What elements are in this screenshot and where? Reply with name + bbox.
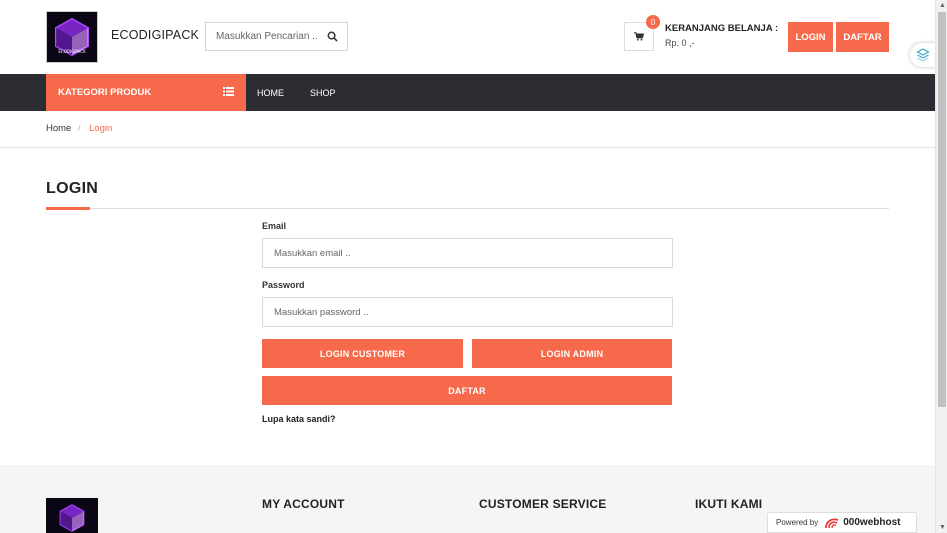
cart-title: KERANJANG BELANJA : bbox=[665, 23, 779, 34]
webhost-logo-icon bbox=[825, 518, 839, 528]
cube-logo-icon: ECODIGIPACK bbox=[55, 17, 89, 57]
nav-home[interactable]: HOME bbox=[257, 74, 284, 111]
site-header: ECODIGIPACK ECODIGIPACK 0 KERANJANG BELA… bbox=[0, 0, 935, 74]
email-label: Email bbox=[262, 221, 287, 231]
svg-text:ECODIGIPACK: ECODIGIPACK bbox=[58, 49, 86, 54]
daftar-button[interactable]: DAFTAR bbox=[262, 376, 672, 405]
breadcrumb-current: Login bbox=[89, 123, 113, 134]
breadcrumb: Home / Login bbox=[0, 111, 935, 148]
scrollbar-thumb[interactable] bbox=[938, 12, 946, 407]
powered-by-prefix: Powered by bbox=[776, 518, 819, 527]
login-button[interactable]: LOGIN bbox=[788, 22, 833, 52]
layers-icon bbox=[916, 48, 930, 62]
register-button[interactable]: DAFTAR bbox=[836, 22, 889, 52]
cart-icon bbox=[634, 32, 644, 41]
nav-shop[interactable]: SHOP bbox=[310, 74, 336, 111]
brand-name[interactable]: ECODIGIPACK bbox=[111, 28, 199, 42]
password-label: Password bbox=[262, 280, 305, 290]
footer-heading-ikuti-kami: IKUTI KAMI bbox=[695, 497, 763, 511]
login-customer-button[interactable]: LOGIN CUSTOMER bbox=[262, 339, 463, 368]
powered-by-host: 000webhost bbox=[843, 517, 901, 528]
search-input[interactable] bbox=[206, 23, 318, 50]
footer-heading-customer-service: CUSTOMER SERVICE bbox=[479, 497, 607, 511]
cart-count-badge: 0 bbox=[646, 15, 660, 29]
forgot-password-link[interactable]: Lupa kata sandi? bbox=[262, 414, 336, 424]
search-box bbox=[205, 22, 348, 51]
floating-widget[interactable] bbox=[910, 43, 936, 67]
footer-logo bbox=[46, 498, 98, 533]
footer-heading-my-account: MY ACCOUNT bbox=[262, 497, 345, 511]
title-accent-bar bbox=[46, 207, 90, 210]
cube-logo-icon bbox=[59, 504, 85, 532]
page-title: LOGIN bbox=[46, 180, 99, 197]
scroll-down-icon[interactable]: ▼ bbox=[939, 524, 946, 531]
title-divider bbox=[46, 208, 889, 209]
powered-by-badge[interactable]: Powered by 000webhost bbox=[767, 512, 917, 533]
main-nav: KATEGORI PRODUK HOME SHOP bbox=[0, 74, 935, 111]
site-logo[interactable]: ECODIGIPACK bbox=[46, 11, 98, 63]
password-field[interactable] bbox=[262, 297, 673, 327]
email-field[interactable] bbox=[262, 238, 673, 268]
breadcrumb-separator: / bbox=[78, 123, 81, 134]
list-icon bbox=[223, 87, 234, 96]
login-admin-button[interactable]: LOGIN ADMIN bbox=[472, 339, 672, 368]
scroll-up-icon[interactable]: ▲ bbox=[939, 2, 946, 9]
page: ECODIGIPACK ECODIGIPACK 0 KERANJANG BELA… bbox=[0, 0, 947, 533]
category-menu-label: KATEGORI PRODUK bbox=[58, 87, 152, 98]
page-scrollbar[interactable]: ▲ ▼ bbox=[935, 0, 947, 533]
cart-total: Rp. 0 ,- bbox=[665, 38, 695, 48]
breadcrumb-home[interactable]: Home bbox=[46, 123, 71, 134]
category-menu-button[interactable]: KATEGORI PRODUK bbox=[46, 74, 246, 111]
search-button[interactable] bbox=[318, 23, 347, 50]
search-icon bbox=[327, 31, 338, 42]
